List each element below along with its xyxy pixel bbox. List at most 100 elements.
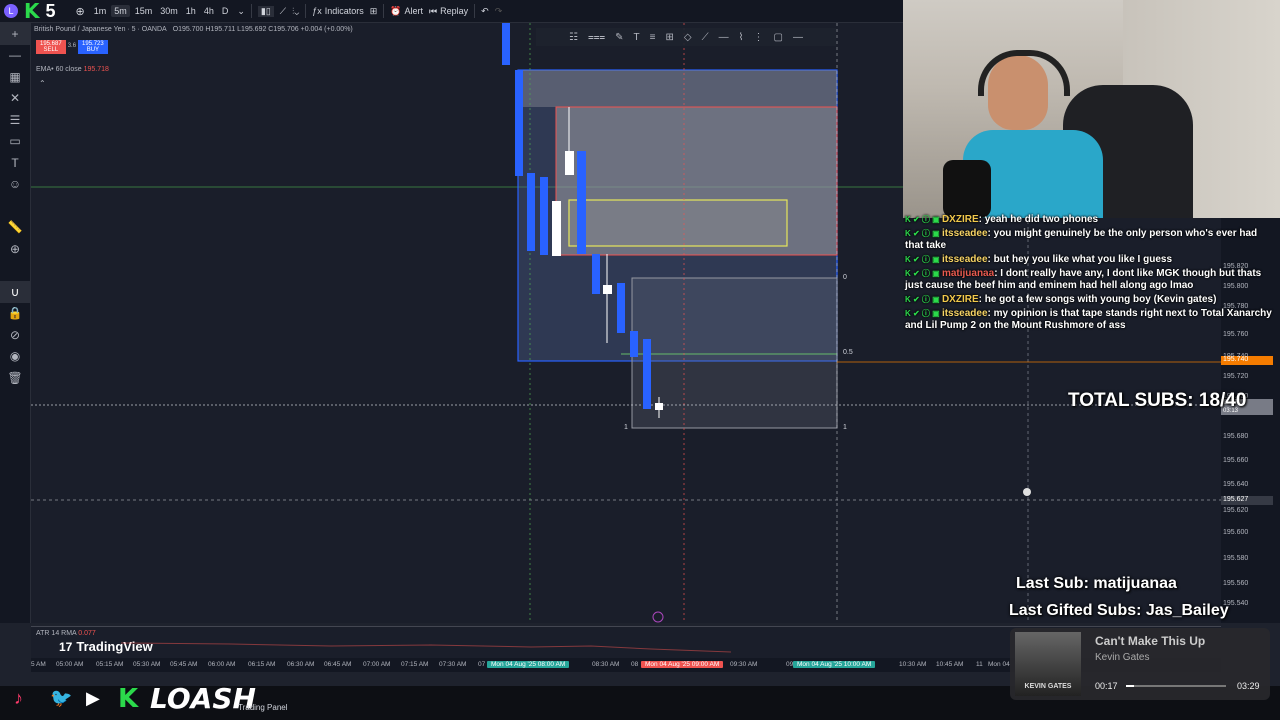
twitter-icon[interactable]: 🐦 bbox=[50, 688, 72, 709]
time-label: 05:00 AM bbox=[56, 661, 84, 668]
kick-icon: K bbox=[118, 684, 139, 714]
timeframe-15m[interactable]: 15m bbox=[132, 5, 156, 17]
chart-type-icon[interactable]: ⫶⌄ bbox=[292, 6, 299, 17]
add-symbol-icon[interactable]: ⊕ bbox=[76, 5, 85, 18]
horizontal-line-icon[interactable]: — bbox=[719, 32, 729, 43]
candle bbox=[655, 403, 663, 410]
microphone-icon bbox=[943, 160, 991, 218]
lock-icon[interactable]: ⊘ bbox=[0, 324, 30, 346]
stream-counter: 5 bbox=[45, 0, 56, 21]
timeframe-30m[interactable]: 30m bbox=[157, 5, 181, 17]
symbol-title[interactable]: British Pound / Japanese Yen · 5 · OANDA bbox=[34, 26, 167, 33]
fib-label-05: 0.5 bbox=[843, 349, 853, 356]
replay-button[interactable]: ⏮ Replay bbox=[429, 6, 468, 17]
tiktok-icon[interactable]: ♪ bbox=[14, 688, 23, 709]
chat-message: K ✔ ⓘ ▣ itsseadee: but hey you like what… bbox=[903, 253, 1280, 267]
undo-icon[interactable]: ↶ bbox=[481, 6, 489, 17]
grid-icon[interactable]: ⊞ bbox=[666, 32, 674, 43]
track-artist: Kevin Gates bbox=[1095, 652, 1150, 663]
time-label: 06:00 AM bbox=[208, 661, 236, 668]
time-label: 05:15 AM bbox=[96, 661, 124, 668]
chat-badge-icon: K ✔ ⓘ ▣ bbox=[905, 309, 942, 318]
timeframe-4h[interactable]: 4h bbox=[201, 5, 217, 17]
rectangle-icon[interactable]: ▭ bbox=[0, 131, 30, 153]
fib-tool-icon[interactable]: ☷ bbox=[569, 32, 578, 43]
chat-message: K ✔ ⓘ ▣ matijuanaa: I dont really have a… bbox=[903, 267, 1280, 293]
indicators-icon: ƒx bbox=[312, 6, 322, 16]
brush-icon[interactable]: ✎ bbox=[615, 32, 623, 43]
trash-icon[interactable]: 🗑 bbox=[0, 367, 30, 389]
fib-grid-icon[interactable]: ▦ bbox=[0, 66, 30, 88]
ohlc-values: O195.700 H195.711 L195.692 C195.706 +0.0… bbox=[172, 26, 353, 33]
line-chart-icon[interactable]: ⟋ bbox=[280, 6, 286, 17]
magnet-icon[interactable]: ∪ bbox=[0, 281, 30, 303]
now-playing-widget: KEVIN GATES Can't Make This Up Kevin Gat… bbox=[1010, 628, 1270, 700]
time-label: 08 bbox=[631, 661, 639, 668]
path-icon[interactable]: ⌇ bbox=[739, 32, 744, 43]
cursor-hand-icon bbox=[1023, 488, 1031, 496]
lock-drawings-icon[interactable]: 🔒 bbox=[0, 303, 30, 325]
last-sub-label: Last Sub: matijuanaa bbox=[1016, 575, 1177, 592]
top-toolbar: L K 5 ⊕ 1m 5m 15m 30m 1h 4h D ⌄ ▮▯ ⟋ ⫶⌄ ƒx Indi… bbox=[0, 0, 903, 23]
chat-badge-icon: K ✔ ⓘ ▣ bbox=[905, 255, 942, 264]
more-icon[interactable]: — bbox=[793, 32, 803, 43]
chat-username[interactable]: matijuanaa bbox=[942, 268, 994, 279]
chat-username[interactable]: DXZIRE bbox=[942, 294, 979, 305]
lines-icon[interactable]: ≡ bbox=[650, 32, 656, 43]
chat-username[interactable]: DXZIRE bbox=[942, 214, 979, 225]
ema-legend[interactable]: EMA• 60 close 195.718 bbox=[36, 66, 109, 73]
emoji-icon[interactable]: ☺ bbox=[0, 174, 30, 196]
track-progress[interactable] bbox=[1126, 681, 1226, 691]
crosshair-icon[interactable]: + bbox=[0, 23, 30, 45]
shape-icon[interactable]: ◇ bbox=[684, 32, 692, 43]
chat-username[interactable]: itsseadee bbox=[942, 254, 988, 265]
candle bbox=[552, 201, 561, 256]
youtube-icon[interactable]: ▶ bbox=[86, 688, 100, 709]
trading-panel-tab[interactable]: Trading Panel bbox=[238, 703, 288, 712]
time-label: 06:30 AM bbox=[287, 661, 315, 668]
buy-button[interactable]: 195.723 BUY bbox=[78, 40, 108, 54]
track-duration: 03:29 bbox=[1237, 681, 1260, 691]
timeframe-dropdown-icon[interactable]: ⌄ bbox=[237, 6, 245, 17]
zoom-icon[interactable]: ⊕ bbox=[0, 238, 30, 260]
fib-retracement-icon[interactable]: ☰ bbox=[0, 109, 30, 131]
alert-button[interactable]: ⏰ Alert bbox=[390, 6, 423, 17]
candle bbox=[617, 283, 625, 333]
sell-button[interactable]: 195.687 SELL bbox=[36, 40, 66, 54]
indicators-button[interactable]: ƒx Indicators bbox=[312, 6, 364, 16]
time-label: 07:00 AM bbox=[363, 661, 391, 668]
profile-avatar[interactable]: L bbox=[4, 4, 18, 18]
pattern-icon[interactable]: ✕ bbox=[0, 88, 30, 110]
fib-label-1b: 1 bbox=[843, 424, 847, 431]
text-tool-icon[interactable]: T bbox=[0, 152, 30, 174]
layout-icon[interactable]: ⊞ bbox=[370, 6, 378, 17]
vertical-line-icon[interactable]: ⋮ bbox=[753, 32, 763, 43]
redo-icon[interactable]: ↷ bbox=[495, 6, 503, 17]
trendline-icon[interactable]: — bbox=[0, 45, 30, 67]
track-title: Can't Make This Up bbox=[1095, 634, 1206, 648]
time-label: 09:30 AM bbox=[730, 661, 758, 668]
fib-label-1: 1 bbox=[624, 424, 628, 431]
chat-text: : he got a few songs with young boy (Kev… bbox=[978, 294, 1217, 305]
text-icon[interactable]: T bbox=[634, 32, 640, 43]
time-label: 06:15 AM bbox=[248, 661, 276, 668]
frame-icon[interactable]: ▢ bbox=[773, 32, 782, 43]
timeframe-1m[interactable]: 1m bbox=[91, 5, 110, 17]
crosshair-price-badge: 195.627 bbox=[1221, 496, 1273, 505]
timeframe-1h[interactable]: 1h bbox=[183, 5, 199, 17]
line-icon[interactable]: ⟋ bbox=[702, 32, 709, 43]
bar-style-icon[interactable]: ▮▯ bbox=[257, 5, 274, 17]
order-block-box bbox=[568, 199, 788, 247]
collapse-legend-icon[interactable]: ⌃ bbox=[39, 79, 46, 88]
timeframe-D[interactable]: D bbox=[219, 5, 232, 17]
price-label: 195.640 bbox=[1223, 481, 1249, 488]
chat-username[interactable]: itsseadee bbox=[942, 228, 988, 239]
chat-username[interactable]: itsseadee bbox=[942, 308, 988, 319]
divider bbox=[305, 4, 307, 18]
channel-icon[interactable]: ⩶ bbox=[588, 32, 605, 43]
timeframe-5m[interactable]: 5m bbox=[111, 5, 130, 17]
eye-icon[interactable]: ◉ bbox=[0, 346, 30, 368]
ruler-icon[interactable]: 📏 bbox=[0, 217, 30, 239]
time-label: 11 bbox=[976, 661, 983, 668]
candle bbox=[527, 173, 535, 251]
